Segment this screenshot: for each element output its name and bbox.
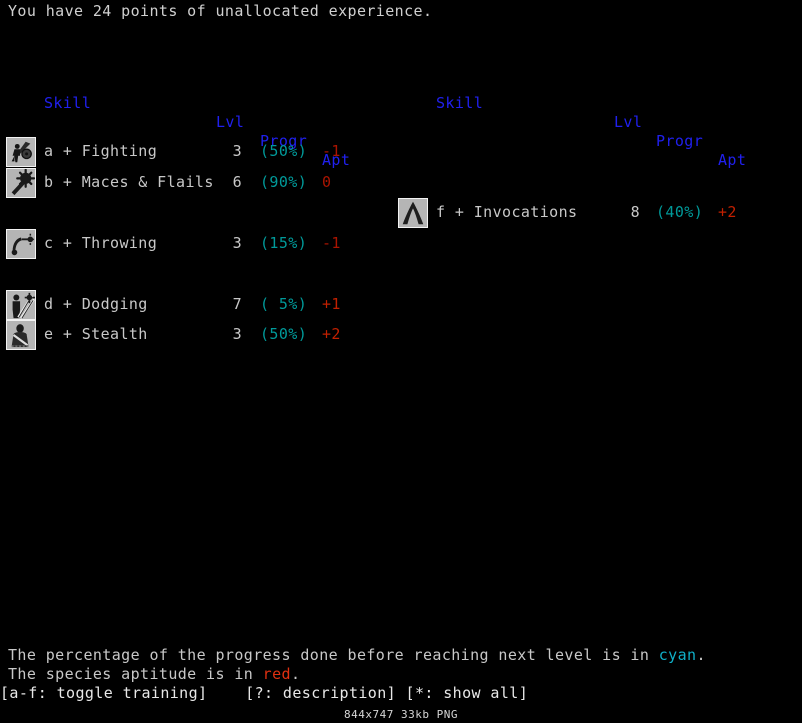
skill-aptitude: +2 xyxy=(718,203,737,221)
skill-row[interactable]: c + Throwing 3 (15%) -1 xyxy=(0,228,400,259)
mace-icon xyxy=(6,167,36,198)
skill-aptitude: -1 xyxy=(322,142,341,160)
throwing-icon xyxy=(6,228,36,259)
skill-aptitude: +1 xyxy=(322,294,341,313)
skill-table-left: Skill Lvl Progr Apt a + Fighting 3 (50%) -1… xyxy=(0,36,400,350)
skill-level: 3 xyxy=(232,325,242,343)
legend-progress-text: The percentage of the progress done befo… xyxy=(8,646,659,664)
header-skill: Skill xyxy=(44,94,92,112)
legend-aptitude-text: The species aptitude is in xyxy=(8,665,263,683)
fighting-icon xyxy=(6,137,36,167)
skill-progress: (90%) xyxy=(260,172,308,191)
legend-progress-period: . xyxy=(696,646,706,664)
legend-line-progress: The percentage of the progress done befo… xyxy=(8,646,706,665)
skill-row[interactable]: f + Invocations 8 (40%) +2 xyxy=(392,197,802,228)
dodging-icon xyxy=(6,289,36,320)
skill-name: e + Stealth xyxy=(44,325,148,343)
skill-level: 3 xyxy=(232,142,242,160)
legend-cyan-word: cyan xyxy=(658,646,697,664)
skill-name: c + Throwing xyxy=(44,233,158,252)
skill-name: d + Dodging xyxy=(44,294,148,313)
skill-row[interactable]: a + Fighting 3 (50%) -1 xyxy=(0,136,400,167)
image-caption: 844x747 33kb PNG xyxy=(344,708,458,721)
skill-name: a + Fighting xyxy=(44,142,158,160)
skill-progress: ( 5%) xyxy=(260,294,308,313)
header-lvl-right: Lvl xyxy=(614,113,643,131)
skill-aptitude: +2 xyxy=(322,325,341,343)
experience-status-line: You have 24 points of unallocated experi… xyxy=(8,2,433,20)
game-screen: You have 24 points of unallocated experi… xyxy=(0,0,802,723)
skill-row[interactable]: b + Maces & Flails 6 (90%) 0 xyxy=(0,167,400,198)
header-progr-right: Progr xyxy=(656,132,704,150)
legend-line-aptitude: The species aptitude is in red. xyxy=(8,665,300,684)
column-headers-left: Skill Lvl Progr Apt xyxy=(0,74,400,169)
skill-progress: (40%) xyxy=(656,203,704,221)
legend-aptitude-period: . xyxy=(290,665,301,683)
skill-level: 8 xyxy=(630,203,640,221)
skill-level: 6 xyxy=(232,172,242,191)
skill-progress: (15%) xyxy=(260,233,308,252)
skill-row[interactable]: e + Stealth 3 (50%) +2 xyxy=(0,319,400,350)
legend-red-word: red xyxy=(262,665,291,683)
skill-name: b + Maces & Flails xyxy=(44,172,214,191)
invocations-icon xyxy=(398,198,428,228)
skill-aptitude: 0 xyxy=(322,172,332,191)
skill-table-right: Skill Lvl Progr Apt f + Invocations 8 (40%… xyxy=(392,36,802,228)
skill-name: f + Invocations xyxy=(436,203,578,221)
header-skill-right: Skill xyxy=(436,94,484,112)
stealth-icon xyxy=(6,320,36,350)
skill-level: 3 xyxy=(232,233,242,252)
header-lvl: Lvl xyxy=(216,113,245,131)
skill-aptitude: -1 xyxy=(322,233,341,252)
header-apt-right: Apt xyxy=(718,151,747,169)
skill-progress: (50%) xyxy=(260,142,308,160)
key-commands-line[interactable]: [a-f: toggle training] [?: description] … xyxy=(0,684,528,703)
skill-progress: (50%) xyxy=(260,325,308,343)
skill-level: 7 xyxy=(232,294,242,313)
column-headers-right: Skill Lvl Progr Apt xyxy=(392,74,802,169)
skill-row[interactable]: d + Dodging 7 ( 5%) +1 xyxy=(0,289,400,320)
